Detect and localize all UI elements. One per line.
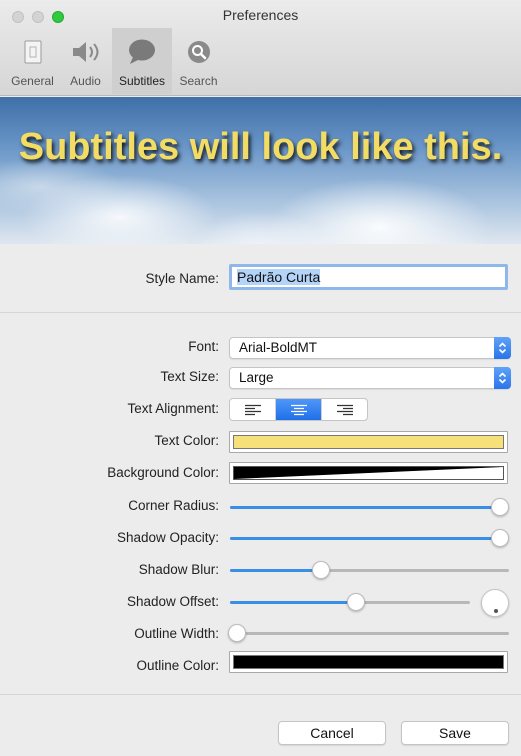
text-size-value: Large: [239, 370, 274, 385]
tab-audio-label: Audio: [70, 74, 101, 88]
align-left-icon: [244, 404, 261, 415]
font-label: Font:: [188, 339, 219, 354]
font-value: Arial-BoldMT: [239, 340, 318, 355]
style-name-input[interactable]: Padrão Curta: [229, 264, 508, 290]
shadow-offset-slider[interactable]: [230, 591, 470, 613]
shadow-angle-dot: [494, 609, 498, 613]
preview-subtitle-text: Subtitles will look like this.: [18, 126, 503, 168]
preferences-window: Preferences General Audio Subtitles Sear…: [0, 0, 521, 756]
text-size-label: Text Size:: [160, 369, 219, 384]
speech-bubble-icon: [124, 36, 160, 68]
tab-subtitles[interactable]: Subtitles: [112, 28, 172, 94]
text-size-stepper-icon: [494, 367, 511, 389]
outline-width-label: Outline Width:: [134, 626, 219, 641]
shadow-opacity-slider[interactable]: [230, 527, 509, 549]
shadow-blur-knob[interactable]: [312, 561, 330, 579]
title-bar: Preferences General Audio Subtitles Sear…: [0, 0, 521, 96]
outline-color-well[interactable]: [229, 651, 508, 673]
text-alignment-label: Text Alignment:: [127, 401, 219, 416]
background-color-well[interactable]: [229, 462, 508, 484]
shadow-opacity-knob[interactable]: [491, 529, 509, 547]
tab-general-label: General: [11, 74, 54, 88]
search-icon: [181, 36, 217, 68]
corner-radius-slider[interactable]: [230, 496, 509, 518]
subtitle-preview: Subtitles will look like this.: [0, 97, 521, 244]
footer-divider: [0, 694, 521, 695]
corner-radius-label: Corner Radius:: [128, 498, 219, 513]
text-color-well[interactable]: [229, 431, 508, 453]
corner-radius-knob[interactable]: [491, 498, 509, 516]
align-right-icon: [336, 404, 353, 415]
window-title: Preferences: [222, 7, 299, 23]
shadow-angle-dial[interactable]: [481, 589, 509, 617]
shadow-opacity-label: Shadow Opacity:: [116, 530, 219, 545]
text-size-popup[interactable]: Large: [229, 367, 511, 389]
general-icon: [15, 36, 51, 68]
text-color-label: Text Color:: [154, 433, 219, 448]
align-center-button[interactable]: [276, 399, 322, 420]
font-stepper-icon: [494, 337, 511, 359]
style-name-label: Style Name:: [145, 271, 219, 286]
section-divider: [0, 312, 521, 313]
align-left-button[interactable]: [230, 399, 276, 420]
shadow-blur-slider[interactable]: [230, 559, 509, 581]
text-alignment-control: [229, 398, 368, 421]
style-name-value: Padrão Curta: [237, 269, 321, 285]
outline-width-slider[interactable]: [228, 622, 509, 644]
outline-width-knob[interactable]: [228, 624, 246, 642]
cancel-button[interactable]: Cancel: [278, 721, 386, 745]
speaker-icon: [68, 36, 104, 68]
font-popup[interactable]: Arial-BoldMT: [229, 337, 511, 359]
outline-color-swatch: [233, 655, 504, 669]
shadow-blur-label: Shadow Blur:: [138, 562, 219, 577]
background-color-label: Background Color:: [107, 465, 219, 480]
outline-color-label: Outline Color:: [136, 658, 219, 673]
save-button[interactable]: Save: [401, 721, 509, 745]
tab-subtitles-label: Subtitles: [118, 74, 166, 88]
tab-audio[interactable]: Audio: [59, 28, 112, 94]
toolbar-tabs: General Audio Subtitles Search: [6, 28, 225, 94]
background-color-swatch: [233, 466, 504, 480]
tab-general[interactable]: General: [6, 28, 59, 94]
tab-search[interactable]: Search: [172, 28, 225, 94]
text-color-swatch: [233, 435, 504, 449]
align-right-button[interactable]: [322, 399, 367, 420]
shadow-offset-label: Shadow Offset:: [126, 594, 219, 609]
align-center-icon: [290, 404, 307, 415]
tab-search-label: Search: [179, 74, 218, 88]
shadow-offset-knob[interactable]: [347, 593, 365, 611]
